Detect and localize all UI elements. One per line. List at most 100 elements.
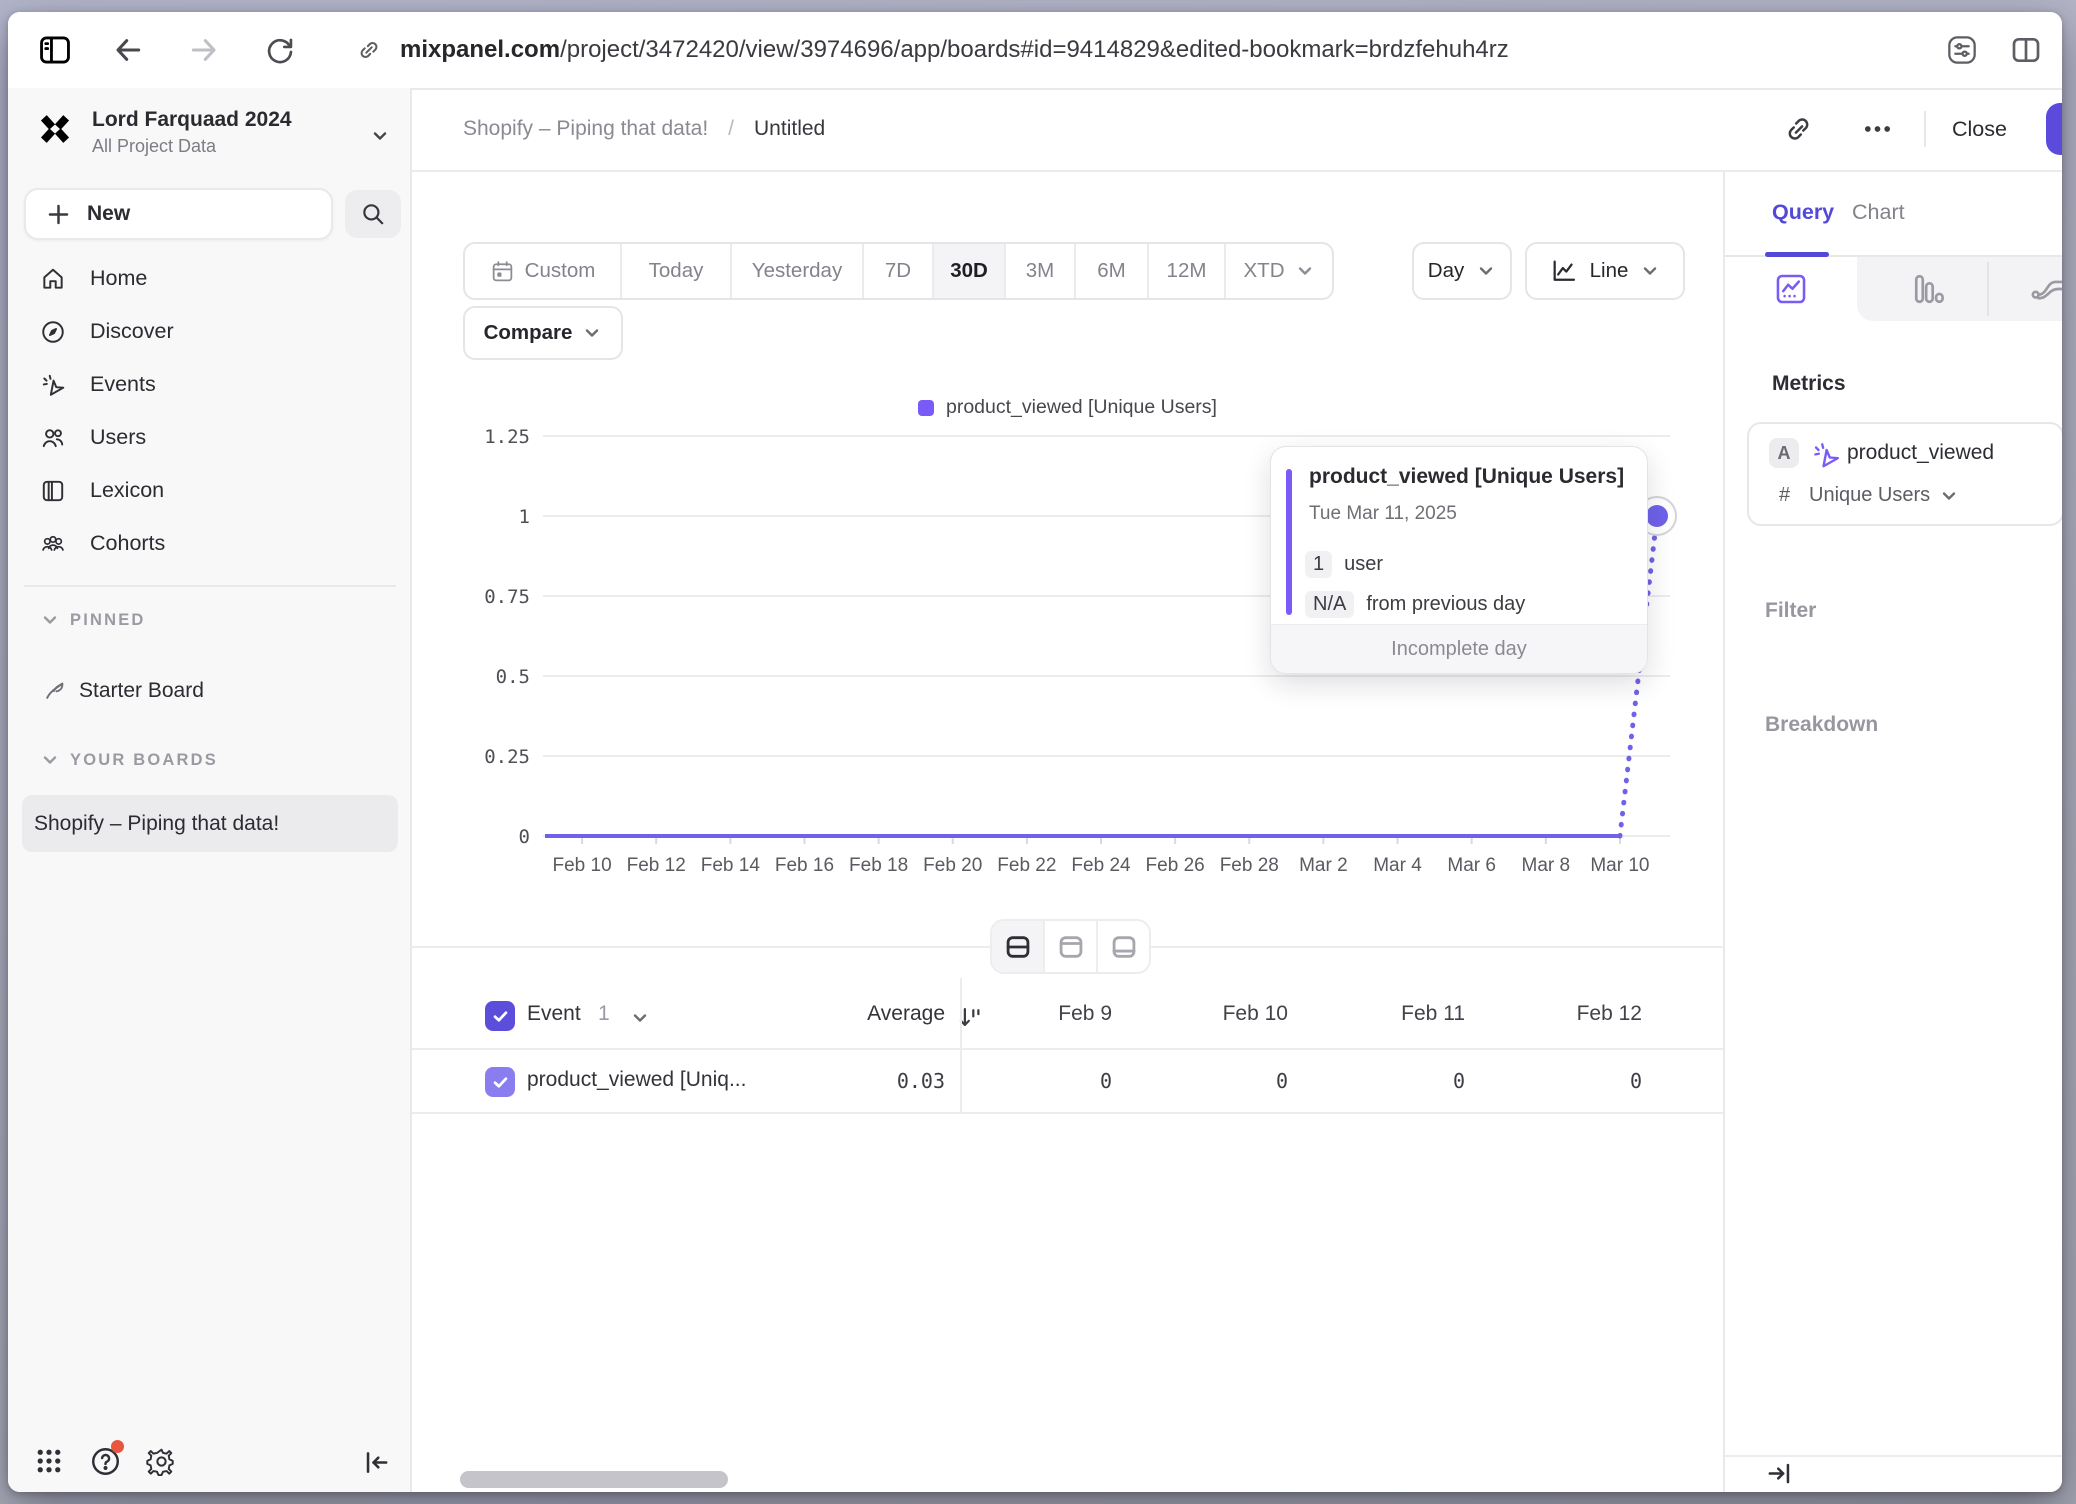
line-chart-icon xyxy=(1550,257,1578,285)
aggregation-value[interactable]: Unique Users xyxy=(1809,484,1930,507)
back-icon[interactable] xyxy=(112,34,144,66)
workspace-switcher[interactable]: Lord Farquaad 2024 All Project Data xyxy=(8,104,410,168)
save-button-partial[interactable] xyxy=(2046,103,2062,155)
chevron-down-icon xyxy=(1640,261,1660,281)
range-3m[interactable]: 3M xyxy=(1004,244,1074,298)
gear-icon[interactable] xyxy=(146,1446,177,1477)
funnels-report-icon[interactable] xyxy=(1912,272,1946,306)
metric-event-name: product_viewed xyxy=(1847,441,1994,465)
address-bar[interactable]: mixpanel.com/project/3472420/view/397469… xyxy=(400,36,1509,64)
range-label: Custom xyxy=(525,259,596,283)
pinned-section-header[interactable]: PINNED xyxy=(40,610,146,630)
granularity-dropdown[interactable]: Day xyxy=(1412,242,1512,300)
header-divider xyxy=(1924,111,1926,147)
column-header-feb-12[interactable]: Feb 12 xyxy=(1472,1002,1642,1026)
chart-type-dropdown[interactable]: Line xyxy=(1525,242,1685,300)
tab-query[interactable]: Query xyxy=(1772,200,1834,225)
apps-grid-icon[interactable] xyxy=(34,1446,64,1476)
range-label: 7D xyxy=(885,259,911,283)
range-label: 12M xyxy=(1167,259,1207,283)
range-30d[interactable]: 30D xyxy=(932,244,1004,298)
search-button[interactable] xyxy=(345,190,401,238)
svg-text:Feb 12: Feb 12 xyxy=(627,855,686,876)
split-view-icon[interactable] xyxy=(2010,34,2042,66)
breadcrumb-page-title[interactable]: Untitled xyxy=(754,117,825,141)
table-row[interactable]: product_viewed [Uniq... 0.03 0000 xyxy=(412,1050,1723,1114)
expand-panel-icon[interactable] xyxy=(1765,1459,1794,1488)
browser-window: mixpanel.com/project/3472420/view/397469… xyxy=(8,12,2062,1492)
reload-icon[interactable] xyxy=(264,34,296,66)
layout-split-button[interactable] xyxy=(992,921,1043,972)
select-all-checkbox[interactable] xyxy=(485,1001,515,1031)
browser-sidebar-toggle-icon[interactable] xyxy=(38,33,72,67)
svg-text:Feb 16: Feb 16 xyxy=(775,855,834,876)
range-label: 3M xyxy=(1026,259,1054,283)
report-canvas: CustomTodayYesterday7D30D3M6M12MXTD Day … xyxy=(412,172,1723,1492)
check-icon xyxy=(491,1073,510,1092)
range-xtd[interactable]: XTD xyxy=(1224,244,1332,298)
sidebar-item-lexicon[interactable]: Lexicon xyxy=(8,464,410,517)
range-7d[interactable]: 7D xyxy=(862,244,932,298)
filter-section-label[interactable]: Filter xyxy=(1765,599,1816,623)
svg-text:1.25: 1.25 xyxy=(484,426,530,448)
sidebar-item-cohorts[interactable]: Cohorts xyxy=(8,517,410,570)
compare-button[interactable]: Compare xyxy=(463,306,623,360)
chevron-down-icon xyxy=(370,126,390,146)
range-label: Today xyxy=(649,259,704,283)
chevron-down-icon[interactable] xyxy=(630,1008,650,1028)
row-average-value: 0.03 xyxy=(775,1069,945,1093)
row-checkbox[interactable] xyxy=(485,1067,515,1097)
insights-report-icon[interactable] xyxy=(1774,272,1808,306)
range-6m[interactable]: 6M xyxy=(1074,244,1147,298)
column-header-feb-11[interactable]: Feb 11 xyxy=(1295,1002,1465,1026)
svg-text:1: 1 xyxy=(519,506,530,528)
home-icon xyxy=(40,266,66,292)
sidebar-item-home[interactable]: Home xyxy=(8,252,410,305)
tooltip-date: Tue Mar 11, 2025 xyxy=(1309,503,1457,525)
your-boards-section-header[interactable]: YOUR BOARDS xyxy=(40,750,218,770)
new-button-label: New xyxy=(87,202,130,226)
close-button[interactable]: Close xyxy=(1952,88,2007,170)
range-custom[interactable]: Custom xyxy=(465,244,620,298)
url-path: /project/3472420/view/3974696/app/boards… xyxy=(560,36,1509,63)
range-label: XTD xyxy=(1244,259,1285,283)
layout-top-icon xyxy=(1056,933,1086,961)
column-header-feb-10[interactable]: Feb 10 xyxy=(1118,1002,1288,1026)
horizontal-scrollbar[interactable] xyxy=(460,1471,728,1488)
layout-bottom-icon xyxy=(1109,933,1139,961)
lexicon-icon xyxy=(40,478,66,504)
sidebar: Lord Farquaad 2024 All Project Data New … xyxy=(8,88,412,1492)
svg-text:Mar 6: Mar 6 xyxy=(1447,855,1496,876)
layout-table-only-button[interactable] xyxy=(1096,921,1149,972)
report-type-tabs xyxy=(1725,257,2062,321)
sidebar-item-events[interactable]: Events xyxy=(8,358,410,411)
sidebar-divider xyxy=(24,585,396,587)
column-header-feb-9[interactable]: Feb 9 xyxy=(942,1002,1112,1026)
new-button[interactable]: New xyxy=(24,188,333,240)
tab-chart[interactable]: Chart xyxy=(1852,200,1905,225)
sidebar-item-users[interactable]: Users xyxy=(8,411,410,464)
chevron-down-icon xyxy=(1939,486,1959,506)
notification-badge xyxy=(111,1440,124,1453)
average-column-label[interactable]: Average xyxy=(775,1002,945,1026)
browser-extensions-icon[interactable] xyxy=(1946,34,1978,66)
flows-report-icon[interactable] xyxy=(2030,272,2062,306)
sidebar-item-board-shopify[interactable]: Shopify – Piping that data! xyxy=(22,795,398,852)
copy-link-icon[interactable] xyxy=(1783,114,1814,145)
svg-text:Feb 20: Feb 20 xyxy=(923,855,982,876)
sidebar-item-starter-board[interactable]: Starter Board xyxy=(42,678,204,703)
tooltip-series-bar xyxy=(1286,469,1292,615)
breadcrumb-board[interactable]: Shopify – Piping that data! xyxy=(463,117,708,141)
more-options-icon[interactable] xyxy=(1862,114,1893,145)
layout-chart-only-button[interactable] xyxy=(1043,921,1096,972)
range-today[interactable]: Today xyxy=(620,244,730,298)
range-12m[interactable]: 12M xyxy=(1147,244,1224,298)
range-yesterday[interactable]: Yesterday xyxy=(730,244,862,298)
metric-card[interactable]: A product_viewed # Unique Users xyxy=(1747,422,2062,526)
sidebar-item-discover[interactable]: Discover xyxy=(8,305,410,358)
breakdown-section-label[interactable]: Breakdown xyxy=(1765,713,1878,737)
collapse-sidebar-icon[interactable] xyxy=(362,1448,391,1477)
pinned-item-label: Starter Board xyxy=(79,679,204,703)
calendar-icon xyxy=(490,259,515,284)
svg-text:Feb 28: Feb 28 xyxy=(1220,855,1279,876)
